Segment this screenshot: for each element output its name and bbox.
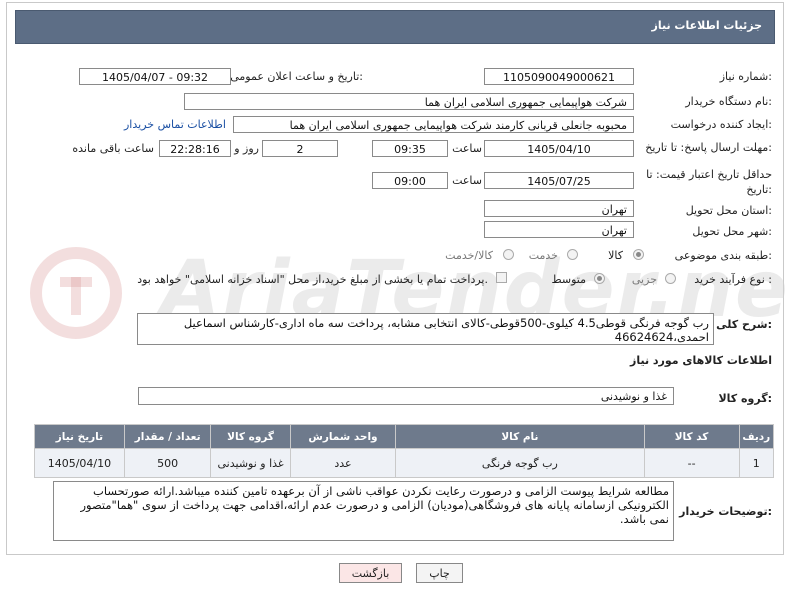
col-quantity-header: تعداد / مقدار	[123, 424, 212, 449]
items-table: ردیف کد کالا نام کالا واحد شمارش گروه کا…	[34, 424, 775, 478]
reply-time-label: ساعت	[452, 142, 482, 155]
need-number-field: 1105090049000621	[484, 68, 634, 85]
treasury-payment-note: پرداخت تمام یا بخشی از مبلغ خرید،از محل …	[137, 273, 488, 286]
cell-group: غذا و نوشیدنی	[210, 448, 291, 478]
cell-name: رب گوجه فرنگی	[395, 448, 645, 478]
process-radio-medium[interactable]	[594, 273, 605, 284]
back-button[interactable]: بازگشت	[339, 563, 402, 583]
print-button[interactable]: چاپ	[416, 563, 463, 583]
remaining-label: ساعت باقی مانده	[72, 142, 154, 155]
days-label: روز و	[234, 142, 259, 155]
category-radio-both[interactable]	[503, 249, 514, 260]
announce-field: 1405/04/07 - 09:32	[79, 68, 231, 85]
col-name-header: نام کالا	[395, 424, 645, 449]
cell-code: --	[643, 448, 740, 478]
col-code-header: کد کالا	[643, 424, 740, 449]
process-radio-minor[interactable]	[665, 273, 676, 284]
validity-date-field: 1405/07/25	[484, 172, 634, 189]
process-option-minor: جزیی	[631, 273, 657, 286]
cell-quantity: 500	[123, 448, 212, 478]
cell-row: 1	[738, 448, 775, 478]
validity-time-field: 09:00	[372, 172, 448, 189]
process-option-medium: متوسط	[551, 273, 586, 286]
buyer-notes-textarea: مطالعه شرایط پیوست الزامی و درصورت رعایت…	[53, 481, 674, 541]
creator-field: محبوبه جانعلی قربانی کارمند شرکت هواپیما…	[233, 116, 634, 133]
category-radio-service[interactable]	[567, 249, 578, 260]
cell-unit: عدد	[289, 448, 397, 478]
province-label: استان محل تحویل:	[685, 204, 772, 217]
category-option-service: خدمت	[528, 249, 558, 262]
panel-title: جزئیات اطلاعات نیاز	[651, 19, 763, 32]
cell-date: 1405/04/10	[34, 448, 125, 478]
reply-deadline-label: مهلت ارسال پاسخ: تا تاریخ:	[645, 141, 772, 154]
goods-group-field: غذا و نوشیدنی	[138, 387, 674, 405]
city-label: شهر محل تحویل:	[692, 225, 772, 238]
need-number-label: شماره نیاز:	[719, 70, 772, 83]
remaining-time-field: 22:28:16	[159, 140, 231, 157]
creator-label: ایجاد کننده درخواست:	[670, 118, 772, 131]
category-label: طبقه بندی موضوعی:	[674, 249, 772, 262]
col-date-header: تاریخ نیاز	[34, 424, 125, 449]
reply-time-field: 09:35	[372, 140, 448, 157]
col-group-header: گروه کالا	[210, 424, 291, 449]
category-radio-goods[interactable]	[633, 249, 644, 260]
category-option-goods: کالا	[608, 249, 623, 262]
col-unit-header: واحد شمارش	[289, 424, 397, 449]
goods-group-label: گروه کالا:	[718, 392, 772, 405]
items-table-header: ردیف کد کالا نام کالا واحد شمارش گروه کا…	[34, 424, 775, 449]
province-field: تهران	[484, 200, 634, 217]
announce-label: تاریخ و ساعت اعلان عمومی:	[230, 70, 363, 83]
treasury-payment-checkbox[interactable]	[496, 272, 507, 283]
reply-date-field: 1405/04/10	[484, 140, 634, 157]
buyer-org-label: نام دستگاه خریدار:	[685, 95, 772, 108]
days-field: 2	[262, 140, 338, 157]
goods-section-title: اطلاعات کالاهای مورد نیاز	[630, 354, 772, 367]
buyer-org-field: شرکت هواپیمایی جمهوری اسلامی ایران هما	[184, 93, 634, 110]
panel-header: جزئیات اطلاعات نیاز	[15, 10, 775, 44]
table-row: 1 -- رب گوجه فرنگی عدد غذا و نوشیدنی 500…	[34, 448, 775, 478]
min-validity-label: حداقل تاریخ اعتبار قیمت: تا تاریخ:	[646, 168, 772, 196]
col-row-header: ردیف	[738, 424, 775, 449]
category-option-both: کالا/خدمت	[445, 249, 493, 262]
buyer-notes-label: توضیحات خریدار:	[679, 505, 772, 518]
city-field: تهران	[484, 221, 634, 238]
description-textarea: رب گوجه فرنگی قوطی4.5 کیلوی-500قوطی-کالا…	[137, 313, 714, 345]
validity-time-label: ساعت	[452, 174, 482, 187]
process-label: نوع فرآیند خرید :	[694, 273, 772, 286]
contact-info-link[interactable]: اطلاعات تماس خریدار	[124, 118, 226, 131]
